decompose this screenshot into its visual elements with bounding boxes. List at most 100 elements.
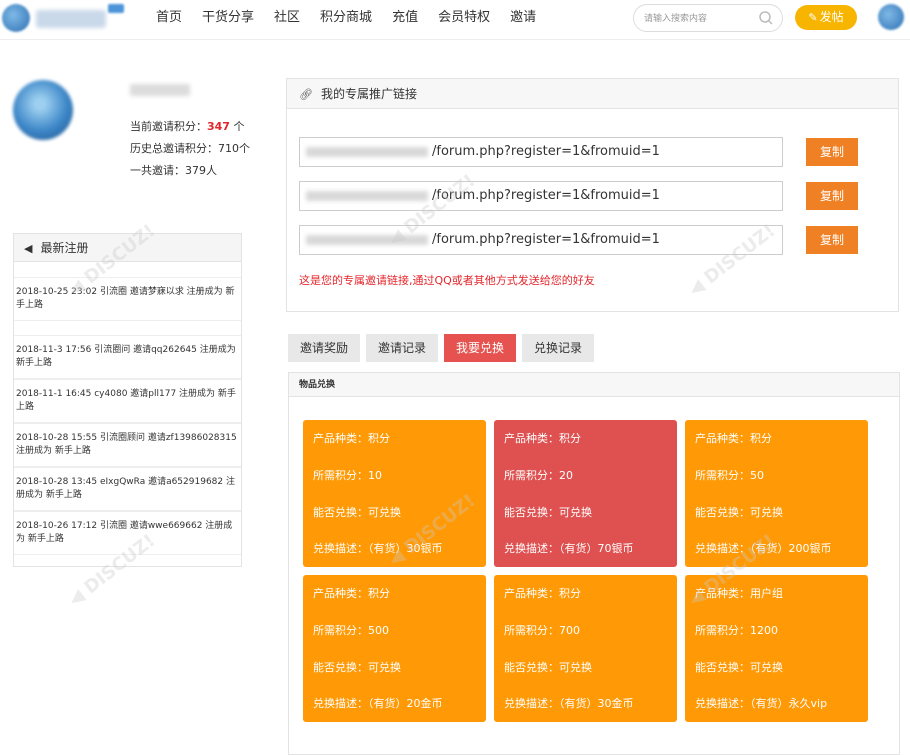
search-input[interactable] xyxy=(644,11,754,27)
goods-card-desc: 兑换描述：（有货）70银币 xyxy=(504,540,634,556)
link-host-blurred xyxy=(306,146,428,157)
goods-card-value: 1200 xyxy=(750,624,778,637)
goods-card-label: 能否兑换： xyxy=(504,661,559,674)
list-item: 2018-10-26 17:12 引流圈 邀请wwe669662 注册成为 新手… xyxy=(14,511,241,555)
tab-redeem-records[interactable]: 兑换记录 xyxy=(522,334,595,362)
goods-card-value: 10 xyxy=(368,469,382,482)
logo-mark xyxy=(2,4,30,32)
goods-card-label: 兑换描述： xyxy=(313,697,368,710)
promo-hint: 这是您的专属邀请链接,通过QQ或者其他方式发送给您的好友 xyxy=(299,274,595,287)
goods-card-label: 能否兑换： xyxy=(695,506,750,519)
nav-item-home[interactable]: 首页 xyxy=(146,0,192,36)
goods-card-label: 产品种类： xyxy=(504,432,559,445)
promo-link-header: 🔗︎ 我的专属推广链接 xyxy=(287,79,898,109)
nav-item-invite[interactable]: 邀请 xyxy=(500,0,546,36)
goods-card-label: 能否兑换： xyxy=(313,661,368,674)
goods-card-value: 积分 xyxy=(559,587,581,600)
goods-card-value: 可兑换 xyxy=(750,661,783,674)
link-icon: 🔗︎ xyxy=(299,88,313,101)
promo-link-panel: 🔗︎ 我的专属推广链接 /forum.php?register=1&fromuid… xyxy=(286,78,899,312)
goods-card-points: 所需积分：700 xyxy=(504,622,580,638)
nav-item-vip[interactable]: 会员特权 xyxy=(428,0,500,36)
goods-card-value: 50 xyxy=(750,469,764,482)
goods-card-value: （有货）200银币 xyxy=(750,542,832,555)
goods-card[interactable]: 产品种类：积分 所需积分：50 能否兑换：可兑换 兑换描述：（有货）200银币 xyxy=(685,420,868,567)
copy-button[interactable]: 复制 xyxy=(806,182,858,210)
goods-card-label: 所需积分： xyxy=(504,624,559,637)
goods-card-value: 可兑换 xyxy=(368,661,401,674)
pencil-icon: ✎ xyxy=(808,11,818,24)
nav-item-shop[interactable]: 积分商城 xyxy=(310,0,382,36)
link-host-blurred xyxy=(306,190,428,201)
goods-card-label: 产品种类： xyxy=(313,432,368,445)
tab-invite-rewards[interactable]: 邀请奖励 xyxy=(288,334,361,362)
goods-card-desc: 兑换描述：（有货）永久vip xyxy=(695,695,827,711)
goods-card-value: 积分 xyxy=(559,432,581,445)
goods-card-points: 所需积分：20 xyxy=(504,467,573,483)
stat-label: 一共邀请： xyxy=(130,164,185,177)
promo-link-field[interactable]: /forum.php?register=1&fromuid=1 xyxy=(299,181,783,211)
goods-card-can: 能否兑换：可兑换 xyxy=(504,659,592,675)
goods-card-can: 能否兑换：可兑换 xyxy=(313,659,401,675)
promo-link-text: /forum.php?register=1&fromuid=1 xyxy=(432,144,660,159)
goods-card-type: 产品种类：积分 xyxy=(313,585,390,601)
goods-card-label: 所需积分： xyxy=(313,469,368,482)
tab-redeem[interactable]: 我要兑换 xyxy=(444,334,517,362)
new-registrations-header: ◀ 最新注册 xyxy=(14,234,241,262)
stat-suffix: 人 xyxy=(206,164,217,177)
nav-item-recharge[interactable]: 充值 xyxy=(382,0,428,36)
goods-card-can: 能否兑换：可兑换 xyxy=(504,504,592,520)
goods-card-points: 所需积分：500 xyxy=(313,622,389,638)
goods-card[interactable]: 产品种类：积分 所需积分：500 能否兑换：可兑换 兑换描述：（有货）20金币 xyxy=(303,575,486,722)
site-logo[interactable] xyxy=(2,4,124,34)
goods-card-label: 所需积分： xyxy=(695,624,750,637)
goods-card-label: 产品种类： xyxy=(504,587,559,600)
copy-button[interactable]: 复制 xyxy=(806,138,858,166)
goods-card-label: 兑换描述： xyxy=(504,542,559,555)
goods-card-label: 产品种类： xyxy=(695,432,750,445)
goods-card-value: 用户组 xyxy=(750,587,783,600)
goods-card-value: （有货）70银币 xyxy=(559,542,634,555)
goods-card[interactable]: 产品种类：积分 所需积分：10 能否兑换：可兑换 兑换描述：（有货）30银币 xyxy=(303,420,486,567)
tab-invite-records[interactable]: 邀请记录 xyxy=(366,334,439,362)
profile-name xyxy=(130,84,190,96)
goods-card-label: 所需积分： xyxy=(504,469,559,482)
post-button[interactable]: ✎ 发帖 xyxy=(795,5,857,30)
goods-card-label: 能否兑换： xyxy=(313,506,368,519)
main-nav: 首页 干货分享 社区 积分商城 充值 会员特权 邀请 xyxy=(146,0,546,36)
goods-card-type: 产品种类：积分 xyxy=(504,585,581,601)
goods-card-value: （有货）30金币 xyxy=(559,697,634,710)
goods-card-value: 可兑换 xyxy=(559,506,592,519)
promo-link-field[interactable]: /forum.php?register=1&fromuid=1 xyxy=(299,225,783,255)
goods-card-value: 可兑换 xyxy=(559,661,592,674)
search-box xyxy=(633,4,783,32)
post-button-label: 发帖 xyxy=(819,10,844,24)
goods-card-can: 能否兑换：可兑换 xyxy=(313,504,401,520)
goods-card-type: 产品种类：积分 xyxy=(313,430,390,446)
goods-card[interactable]: 产品种类：积分 所需积分：700 能否兑换：可兑换 兑换描述：（有货）30金币 xyxy=(494,575,677,722)
goods-card-label: 兑换描述： xyxy=(313,542,368,555)
promo-link-field[interactable]: /forum.php?register=1&fromuid=1 xyxy=(299,137,783,167)
promo-link-title: 我的专属推广链接 xyxy=(320,87,417,101)
goods-card-desc: 兑换描述：（有货）30银币 xyxy=(313,540,443,556)
goods-card[interactable]: 产品种类：积分 所需积分：20 能否兑换：可兑换 兑换描述：（有货）70银币 xyxy=(494,420,677,567)
goods-card-points: 所需积分：50 xyxy=(695,467,764,483)
goods-card-label: 能否兑换： xyxy=(695,661,750,674)
stat-label: 当前邀请积分： xyxy=(130,120,207,133)
stat-current-points: 当前邀请积分：347 个 xyxy=(130,118,244,134)
goods-card-value: 积分 xyxy=(368,587,390,600)
nav-item-community[interactable]: 社区 xyxy=(264,0,310,36)
goods-card-value: （有货）20金币 xyxy=(368,697,443,710)
user-avatar[interactable] xyxy=(878,4,904,30)
nav-item-share[interactable]: 干货分享 xyxy=(192,0,264,36)
goods-card-value: 700 xyxy=(559,624,580,637)
stat-total-points: 历史总邀请积分：710个 xyxy=(130,140,250,156)
goods-card-type: 产品种类：积分 xyxy=(695,430,772,446)
goods-card-value: 积分 xyxy=(368,432,390,445)
search-icon[interactable] xyxy=(758,10,774,26)
goods-card[interactable]: 产品种类：用户组 所需积分：1200 能否兑换：可兑换 兑换描述：（有货）永久vip xyxy=(685,575,868,722)
goods-card-points: 所需积分：1200 xyxy=(695,622,778,638)
paper-plane-icon: ◀ xyxy=(24,242,33,255)
list-item: 2018-11-1 16:45 cy4080 邀请pll177 注册成为 新手上… xyxy=(14,379,241,423)
copy-button[interactable]: 复制 xyxy=(806,226,858,254)
